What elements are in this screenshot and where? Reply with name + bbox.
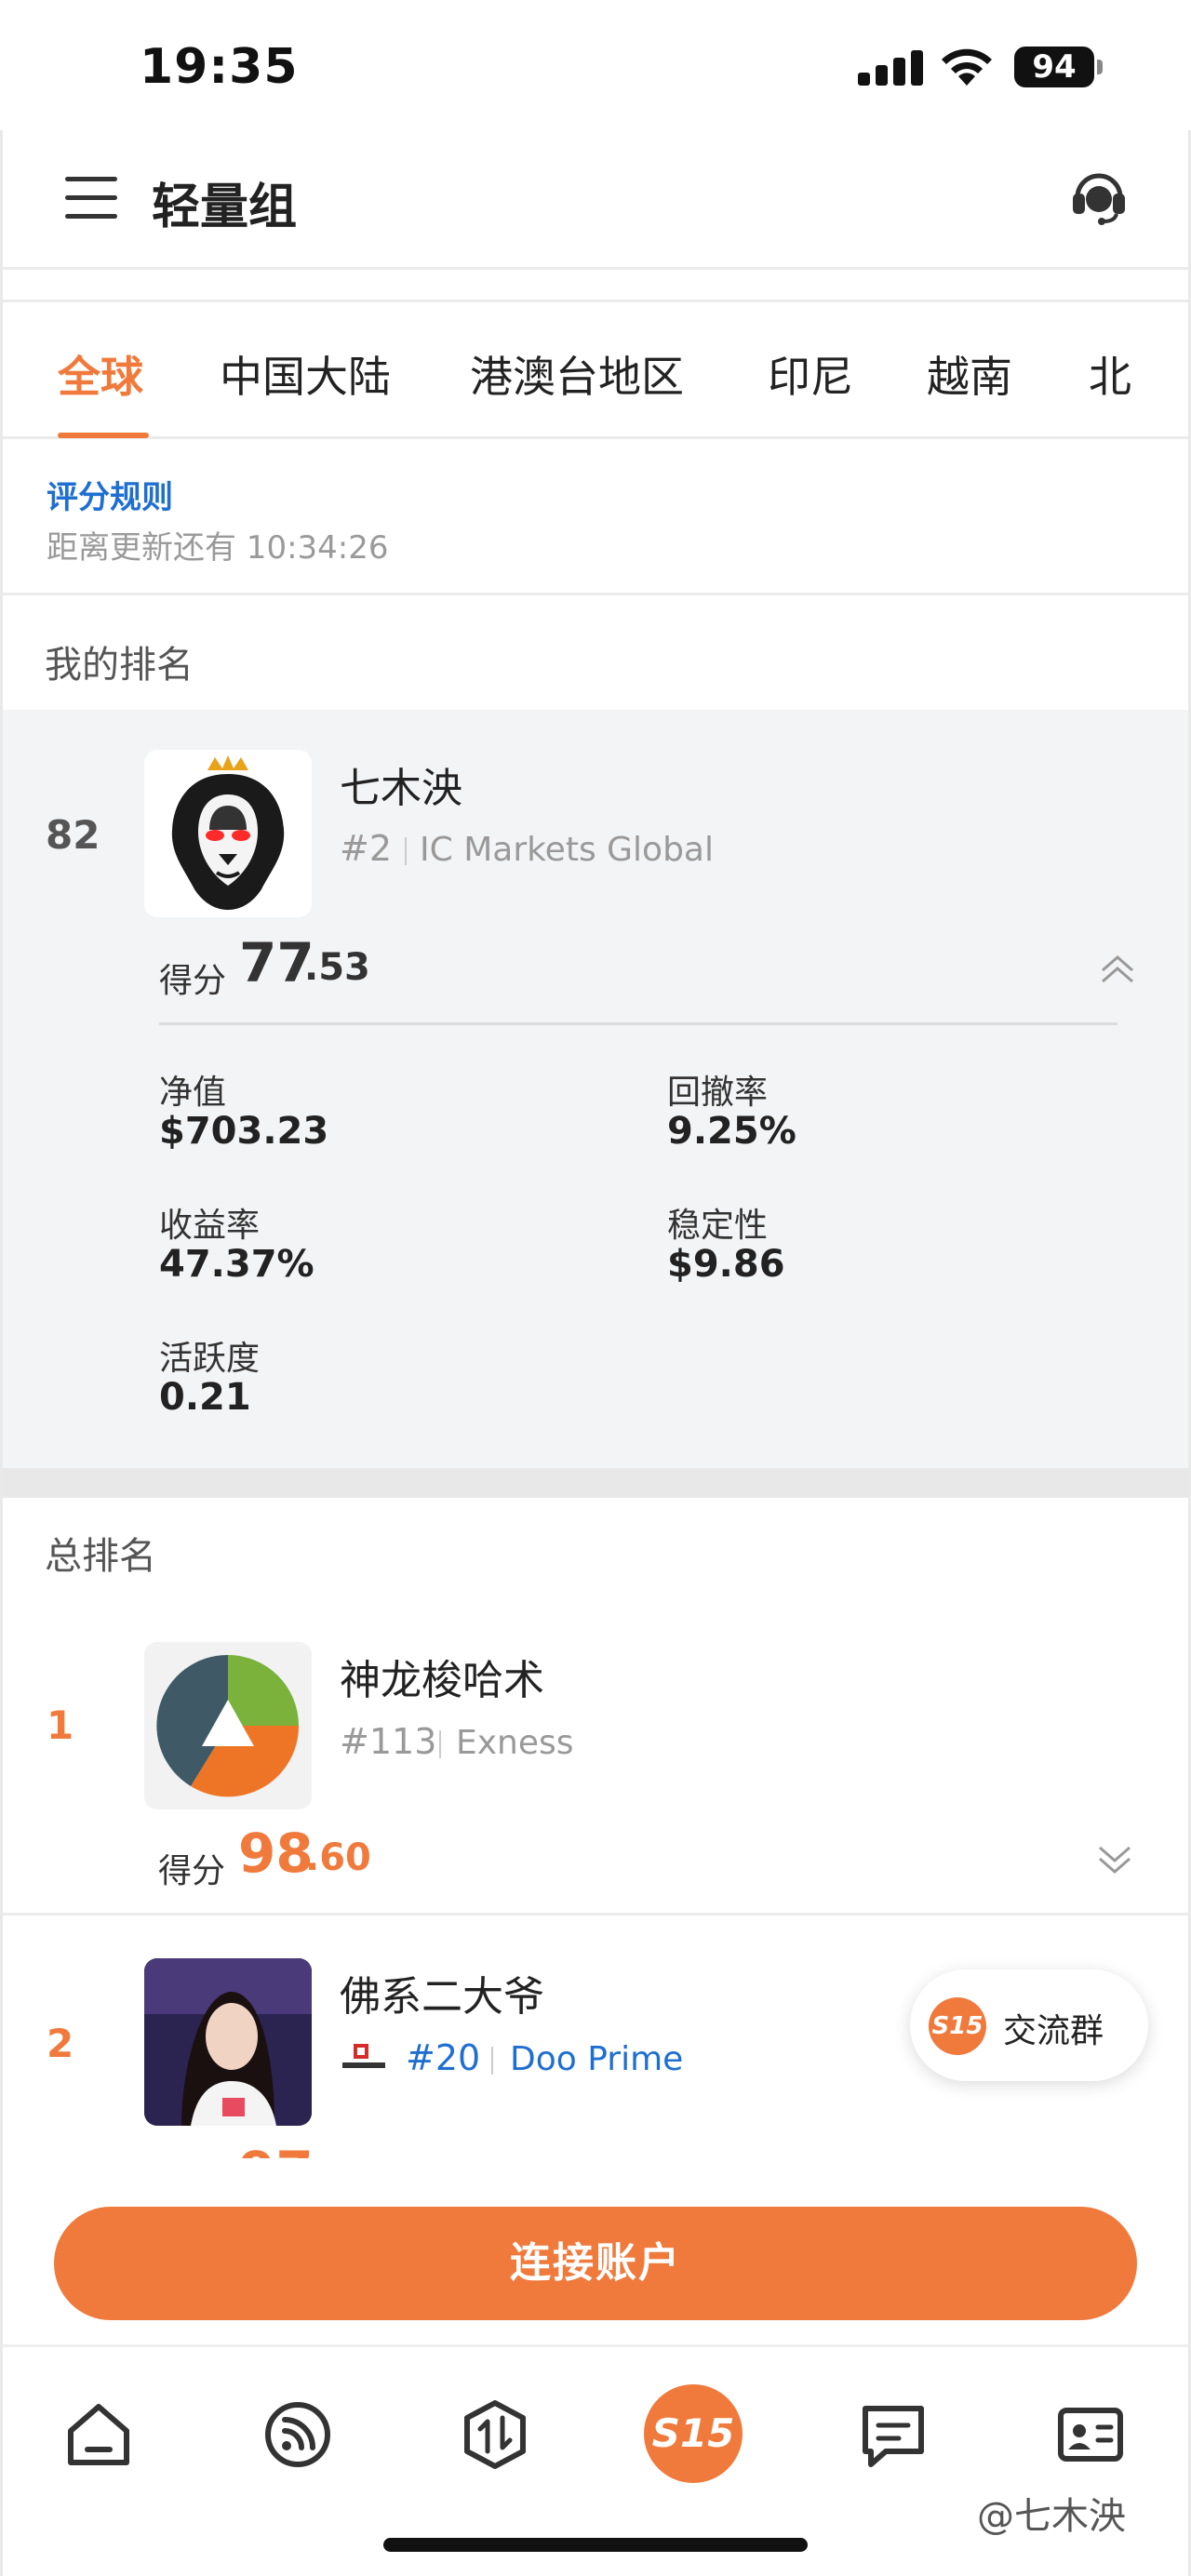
region-tabs: 全球 中国大陆 港澳台地区 印尼 越南 北 (0, 300, 1191, 439)
battery-indicator: 94 (1014, 47, 1103, 87)
app-header: 轻量组 (0, 130, 1191, 270)
section-separator (3, 1468, 1188, 1498)
rank-number: 1 (47, 1702, 74, 1748)
metric-label-activity: 活跃度 (159, 1340, 261, 1378)
divider (405, 837, 407, 865)
metric-value-equity: $703.23 (159, 1110, 329, 1153)
avatar (144, 750, 312, 917)
metric-label-return: 收益率 (159, 1207, 261, 1245)
trader-name: 神龙梭哈术 (340, 1657, 544, 1704)
trader-name: 佛系二大爷 (340, 1973, 544, 2021)
messages-icon[interactable] (854, 2396, 932, 2474)
connect-account-button[interactable]: 连接账户 (54, 2207, 1137, 2320)
feed-icon[interactable] (259, 2396, 337, 2474)
tab-hk-macau-taiwan[interactable]: 港澳台地区 (470, 343, 684, 405)
score-integer: 98 (238, 1822, 314, 1885)
active-tab-indicator (58, 433, 149, 438)
portrait-photo-icon (144, 1958, 312, 2126)
overall-rank-title: 总排名 (45, 1535, 156, 1578)
metric-value-return: 47.37% (159, 1243, 314, 1286)
divider (491, 2047, 493, 2075)
tab-indonesia[interactable]: 印尼 (768, 343, 853, 405)
chevron-up-icon[interactable] (1099, 954, 1136, 985)
s15-center-icon[interactable]: S15 (644, 2384, 743, 2483)
metric-value-activity: 0.21 (159, 1376, 251, 1419)
chat-group-button[interactable]: S15 交流群 (910, 1969, 1148, 2081)
score-label: 得分 (158, 1852, 226, 1890)
my-rank-number: 82 (46, 812, 100, 858)
status-bar: 19:35 94 (0, 0, 1191, 135)
status-time: 19:35 (140, 39, 299, 95)
broker-name: Exness (456, 1724, 574, 1762)
my-rank-card[interactable]: 82 七木泱 #2 IC Markets Global 得分 77 .53 净值… (3, 710, 1188, 1468)
lion-avatar-icon (144, 750, 312, 917)
home-icon[interactable] (60, 2396, 138, 2474)
metric-value-stability: $9.86 (667, 1243, 785, 1286)
metric-value-drawdown: 9.25% (667, 1110, 796, 1153)
avatar (144, 1642, 312, 1809)
broker-name: Doo Prime (510, 2040, 684, 2078)
watermark: @七木泱 (977, 2495, 1126, 2538)
metric-label-drawdown: 回撤率 (667, 1074, 769, 1112)
s15-logo-icon: S15 (929, 1997, 986, 2055)
broker-name: IC Markets Global (420, 831, 714, 869)
doo-prime-logo-icon (342, 2044, 385, 2068)
chat-group-label: 交流群 (1003, 2012, 1104, 2050)
avatar (144, 1958, 312, 2126)
score-decimal: .53 (304, 946, 370, 989)
update-countdown: 距离更新还有 10:34:26 (47, 529, 389, 567)
trader-name: 七木泱 (340, 765, 462, 812)
tab-global[interactable]: 全球 (58, 343, 143, 405)
tab-vietnam[interactable]: 越南 (927, 343, 1012, 405)
customer-service-icon[interactable] (1068, 166, 1130, 227)
divider (439, 1730, 441, 1758)
profile-card-icon[interactable] (1051, 2396, 1130, 2474)
rules-section: 评分规则 距离更新还有 10:34:26 (0, 442, 1191, 595)
row-divider (3, 1913, 1188, 1915)
scoring-rules-link[interactable]: 评分规则 (47, 472, 173, 517)
page-title: 轻量组 (152, 180, 298, 235)
metric-label-equity: 净值 (159, 1074, 227, 1112)
bottom-action-panel: 连接账户 (0, 2158, 1191, 2344)
tab-mainland-china[interactable]: 中国大陆 (220, 343, 391, 405)
wifi-icon (942, 48, 992, 86)
score-integer: 77 (239, 931, 314, 994)
account-rank: #113 (340, 1721, 437, 1762)
score-decimal: .60 (305, 1836, 371, 1879)
chevron-down-icon[interactable] (1096, 1844, 1133, 1875)
score-integer: 97 (238, 2140, 314, 2158)
tab-more[interactable]: 北 (1089, 343, 1131, 405)
metric-label-stability: 稳定性 (667, 1207, 769, 1245)
rank-number: 2 (47, 2021, 74, 2066)
menu-icon[interactable] (65, 175, 117, 220)
cellular-signal-icon (858, 48, 923, 86)
home-indicator (383, 2538, 808, 2552)
account-rank: #2 (340, 828, 393, 869)
score-label: 得分 (159, 962, 227, 1000)
circle-logo-icon (144, 1642, 312, 1809)
my-rank-title: 我的排名 (45, 644, 194, 687)
trade-icon[interactable] (456, 2396, 534, 2474)
card-divider (159, 1022, 1117, 1025)
account-rank: #20 (406, 2037, 481, 2078)
